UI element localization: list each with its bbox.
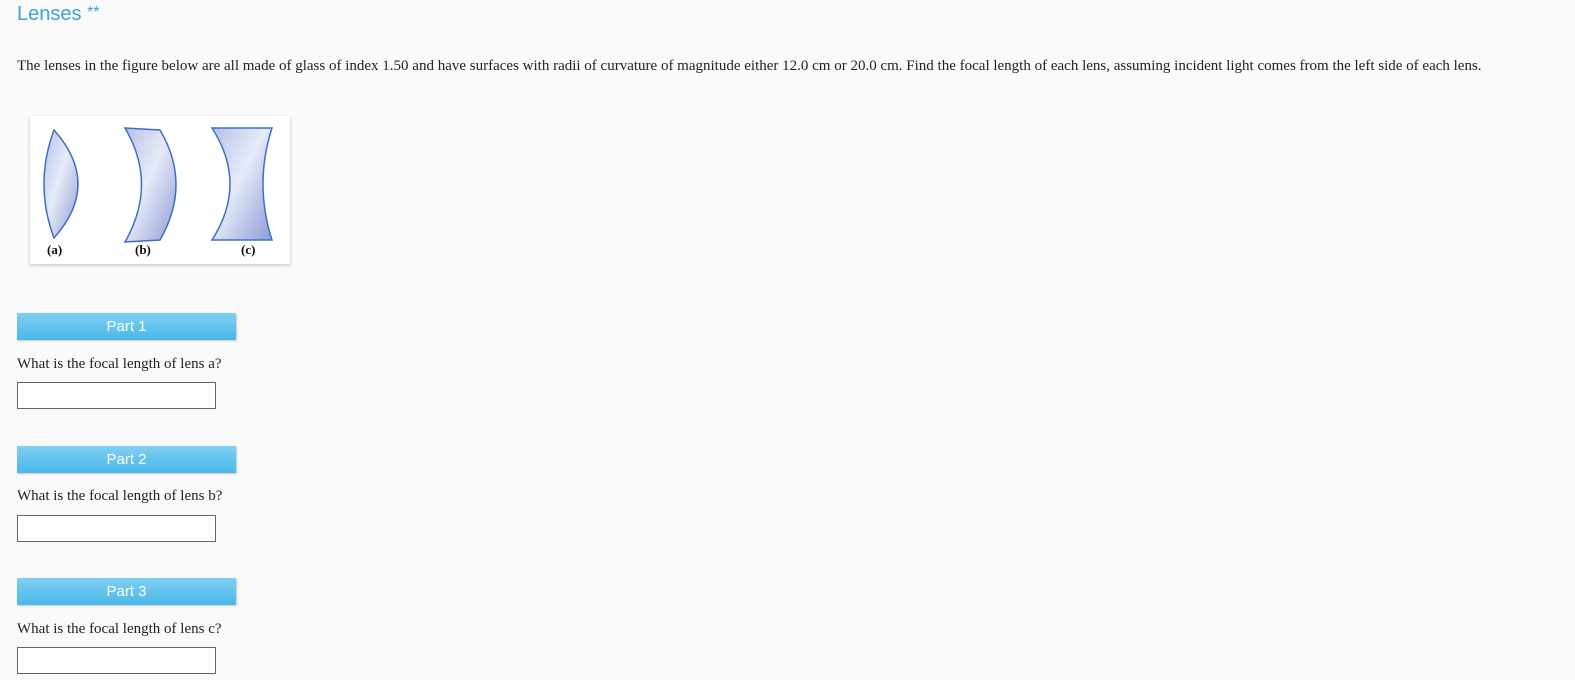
page-title-text: Lenses (17, 3, 82, 25)
part-2-question: What is the focal length of lens b? (17, 488, 223, 504)
page-title: Lenses ** (17, 3, 100, 26)
difficulty-stars: ** (87, 4, 100, 21)
part-1-header[interactable]: Part 1 (17, 313, 236, 340)
part-3-header[interactable]: Part 3 (17, 578, 236, 605)
lens-c-shape (210, 127, 274, 241)
part-2-header[interactable]: Part 2 (17, 446, 236, 473)
part-1-answer-input[interactable] (17, 382, 216, 409)
lens-c-label: (c) (241, 242, 256, 257)
lens-a-label: (a) (47, 242, 63, 257)
lens-b-shape (123, 127, 177, 243)
lens-figure: (a) (b) (c) (30, 116, 290, 264)
lens-a-shape (43, 128, 79, 240)
part-1-question: What is the focal length of lens a? (17, 356, 222, 372)
part-3-question: What is the focal length of lens c? (17, 621, 222, 637)
problem-statement: The lenses in the figure below are all m… (17, 58, 1482, 74)
part-3-answer-input[interactable] (17, 647, 216, 674)
lens-b-label: (b) (135, 242, 151, 257)
part-2-answer-input[interactable] (17, 515, 216, 542)
